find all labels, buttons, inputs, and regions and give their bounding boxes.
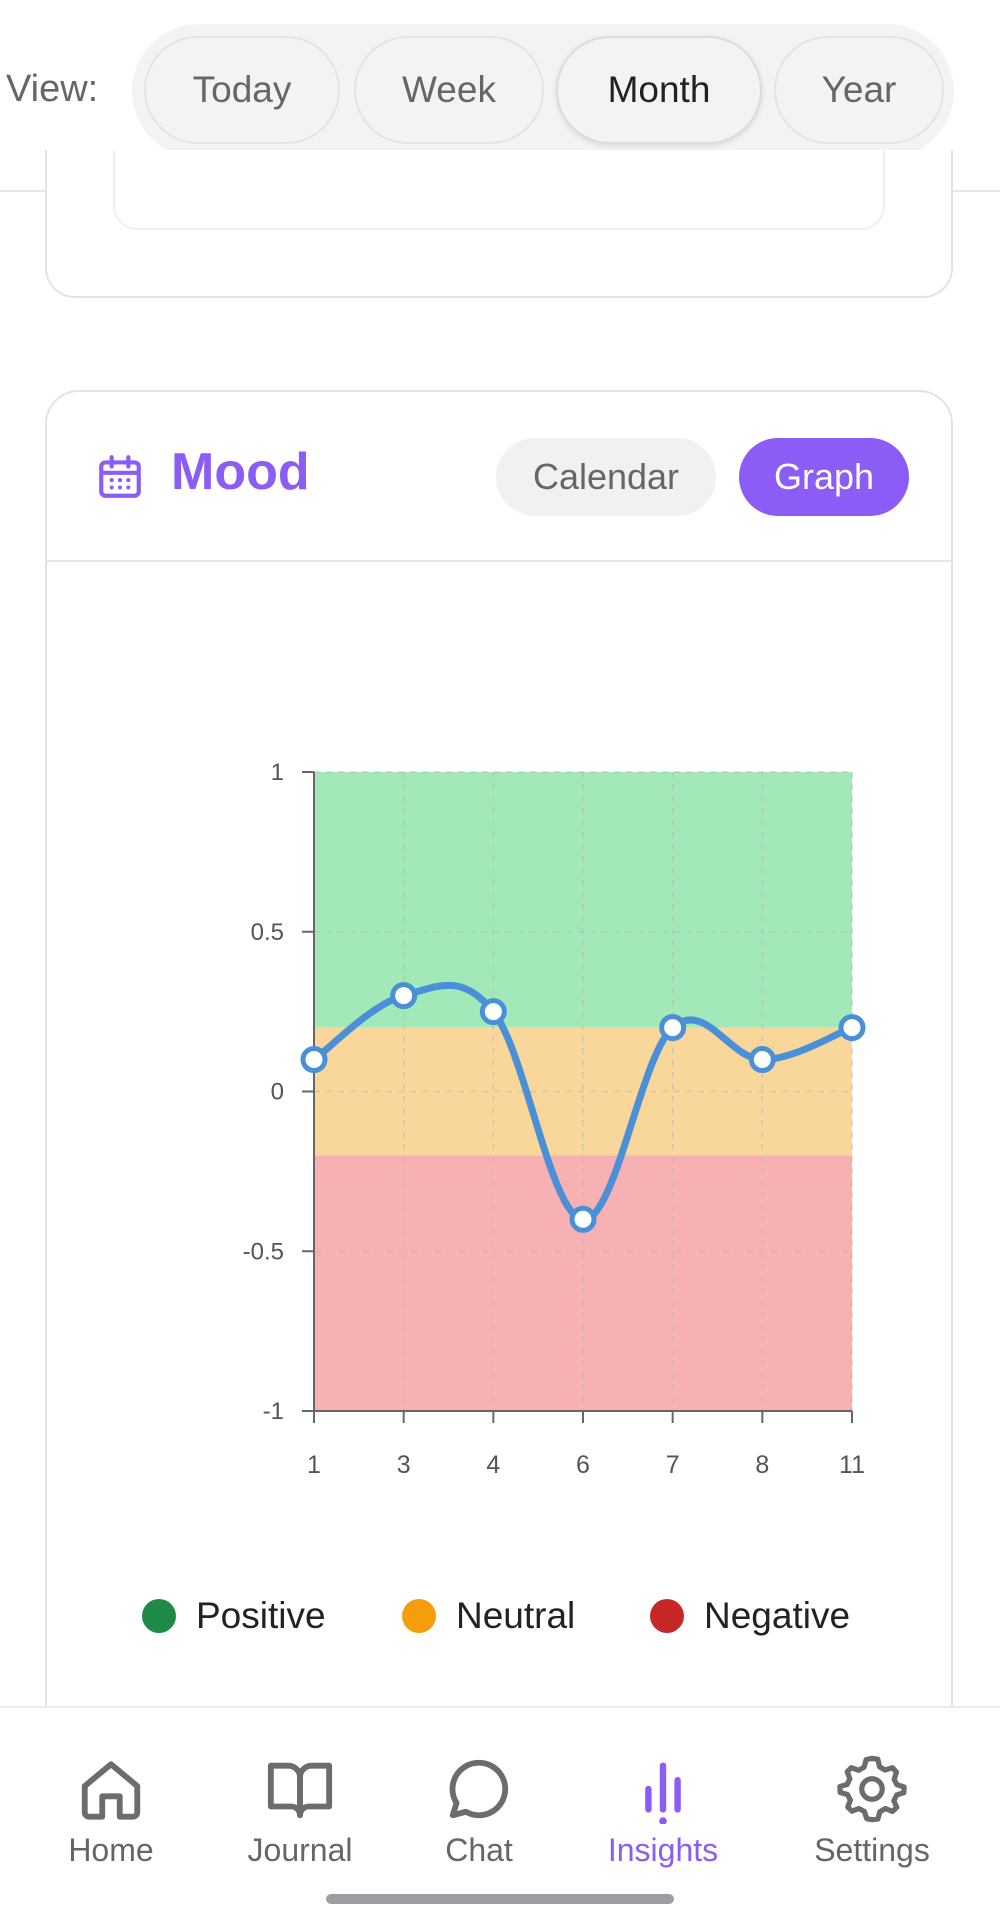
mood-point	[569, 1205, 597, 1233]
legend-label-negative: Negative	[704, 1595, 851, 1636]
legend-negative: Negative	[650, 1595, 850, 1637]
nav-label-chat: Chat	[445, 1832, 513, 1868]
mood-point	[838, 1014, 866, 1042]
home-icon	[81, 1761, 141, 1820]
x-tick-label: 6	[576, 1451, 590, 1479]
y-tick-label: -0.5	[243, 1238, 284, 1265]
legend-label-neutral: Neutral	[456, 1595, 576, 1636]
legend-neutral: Neutral	[402, 1595, 575, 1637]
mood-chart: 1 0.5 0 -0.5 -1 1 3 4 6 7 8 11	[243, 759, 866, 1479]
mood-point	[300, 1046, 328, 1074]
y-tick-label: -1	[263, 1398, 284, 1425]
nav-label-home: Home	[68, 1832, 154, 1868]
nav-item-journal[interactable]: Journal	[210, 1708, 390, 1888]
legend-dot-neutral	[402, 1599, 436, 1633]
x-tick-label: 1	[307, 1451, 321, 1479]
home-indicator	[326, 1894, 674, 1904]
y-tick-label: 0	[271, 1079, 284, 1106]
x-tick-label: 8	[755, 1451, 769, 1479]
nav-label-insights: Insights	[607, 1832, 719, 1868]
insights-icon	[645, 1762, 681, 1824]
legend-positive: Positive	[142, 1595, 326, 1637]
nav-label-settings: Settings	[814, 1832, 930, 1868]
nav-item-insights[interactable]: Insights	[573, 1708, 753, 1888]
bottom-navigation: Home Journal Chat Insights Settings	[0, 1706, 1000, 1922]
x-tick-label: 7	[666, 1451, 680, 1479]
legend-dot-positive	[142, 1599, 176, 1633]
book-icon	[267, 1762, 333, 1819]
chat-icon	[449, 1759, 509, 1819]
nav-item-home[interactable]: Home	[21, 1708, 201, 1888]
nav-label-journal: Journal	[247, 1832, 353, 1868]
mood-point	[659, 1014, 687, 1042]
legend-dot-negative	[650, 1599, 684, 1633]
x-tick-label: 4	[486, 1451, 500, 1479]
mood-legend: Positive Neutral Negative	[0, 1595, 1000, 1651]
gear-icon	[837, 1755, 907, 1823]
y-tick-label: 0.5	[251, 919, 284, 946]
mood-point	[748, 1046, 776, 1074]
nav-item-chat[interactable]: Chat	[389, 1708, 569, 1888]
nav-item-settings[interactable]: Settings	[782, 1708, 962, 1888]
mood-point	[390, 982, 418, 1010]
mood-point	[479, 998, 507, 1026]
legend-label-positive: Positive	[196, 1595, 326, 1636]
x-tick-label: 11	[839, 1451, 865, 1479]
x-tick-label: 3	[397, 1451, 411, 1479]
y-tick-label: 1	[271, 759, 284, 786]
